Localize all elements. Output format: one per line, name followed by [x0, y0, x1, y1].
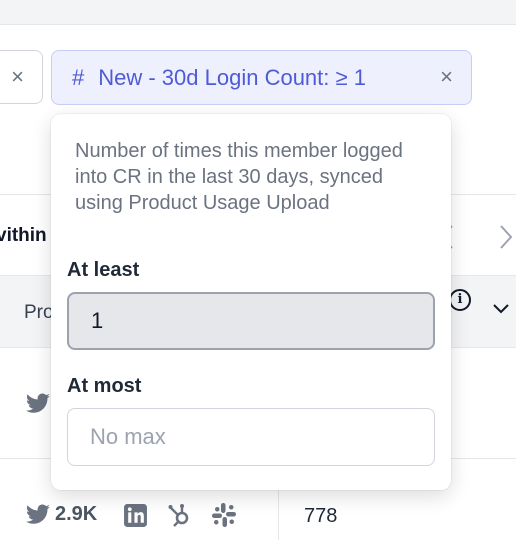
close-icon[interactable]: × — [440, 64, 453, 90]
hash-icon: # — [72, 64, 85, 90]
twitter-icon[interactable] — [25, 393, 51, 415]
chevron-down-icon[interactable] — [492, 303, 510, 315]
twitter-icon[interactable] — [25, 503, 51, 526]
twitter-follower-count: 2.9K — [55, 503, 98, 525]
linkedin-icon[interactable] — [123, 503, 148, 528]
slack-icon[interactable] — [211, 502, 237, 528]
at-least-label: At least — [67, 259, 140, 281]
filter-chip-previous[interactable]: × — [0, 50, 43, 104]
close-icon[interactable]: × — [11, 64, 24, 90]
chevron-right-icon[interactable] — [497, 223, 515, 251]
at-least-input[interactable] — [67, 292, 435, 350]
at-most-label: At most — [67, 375, 142, 397]
filter-chip-label[interactable]: New - 30d Login Count: ≥ 1 — [98, 65, 366, 91]
group-label: vithin — [0, 225, 47, 246]
column-header-label[interactable]: Pro — [24, 302, 54, 324]
filter-popover: Number of times this member logged into … — [51, 114, 451, 490]
hubspot-icon[interactable] — [167, 502, 193, 528]
top-toolbar-strip — [0, 0, 516, 25]
filter-chip-login-count[interactable]: # New - 30d Login Count: ≥ 1 × — [51, 50, 472, 105]
social-links: 2.9K — [25, 503, 97, 526]
filter-description: Number of times this member logged into … — [75, 140, 403, 214]
info-icon[interactable]: i — [449, 289, 471, 311]
table-cell-value: 778 — [304, 505, 338, 527]
at-most-input[interactable] — [67, 408, 435, 466]
